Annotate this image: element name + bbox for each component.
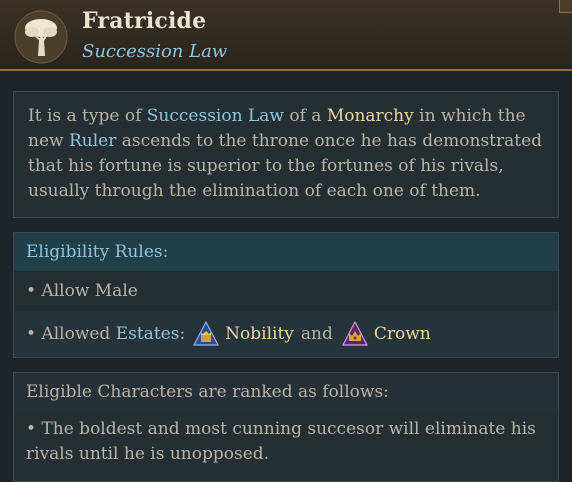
- succession-law-link[interactable]: Succession Law: [147, 106, 284, 126]
- ranking-heading: Eligible Characters are ranked as follow…: [14, 373, 558, 411]
- ruler-link[interactable]: Ruler: [69, 131, 116, 151]
- rule-allowed-estates: • Allowed Estates: Nobility and Crown: [14, 311, 558, 357]
- colon: :: [162, 242, 169, 262]
- nobility-estate-icon[interactable]: [193, 321, 220, 347]
- tooltip-header: Fratricide Succession Law: [0, 0, 572, 71]
- monarchy-link[interactable]: Monarchy: [327, 106, 414, 126]
- crown-estate-icon[interactable]: [341, 321, 368, 347]
- tooltip-title: Fratricide: [82, 8, 207, 34]
- and-text: and: [300, 324, 333, 344]
- crown-link[interactable]: Crown: [374, 324, 431, 344]
- nobility-link[interactable]: Nobility: [225, 324, 294, 344]
- corner-decoration: [559, 0, 572, 13]
- description-text: It is a type of: [28, 106, 147, 126]
- rule-prefix: • Allowed: [26, 324, 116, 344]
- ranking-box: Eligible Characters are ranked as follow…: [13, 372, 559, 482]
- eligibility-box: Eligibility Rules: • Allow Male • Allowe…: [13, 232, 559, 358]
- estates-link[interactable]: Estates: [116, 324, 180, 344]
- ranking-rule: • The boldest and most cunning succesor …: [26, 419, 536, 464]
- eligibility-heading: Eligibility Rules:: [14, 233, 558, 271]
- tree-icon: [14, 10, 68, 64]
- eligibility-rules-link[interactable]: Eligibility Rules: [26, 242, 163, 262]
- colon: :: [179, 324, 186, 344]
- description-box: It is a type of Succession Law of a Mona…: [13, 91, 559, 218]
- description-text: of a: [283, 106, 327, 126]
- rule-allow-male: • Allow Male: [14, 271, 558, 311]
- tooltip-subtitle[interactable]: Succession Law: [82, 41, 227, 62]
